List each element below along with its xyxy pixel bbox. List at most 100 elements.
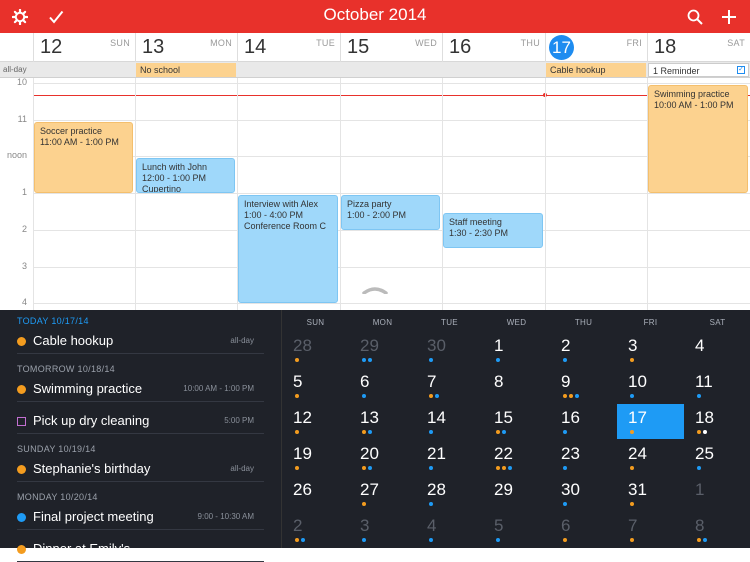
month-day-cell[interactable]: 12 bbox=[282, 404, 349, 439]
day-of-week: TUE bbox=[316, 38, 335, 48]
event-indicator-dots bbox=[429, 358, 433, 362]
month-day-number: 4 bbox=[427, 516, 437, 535]
search-icon[interactable] bbox=[684, 6, 706, 28]
month-day-cell[interactable]: 10 bbox=[617, 368, 684, 403]
month-day-number: 7 bbox=[628, 516, 638, 535]
agenda-item[interactable]: Cable hookup all-day bbox=[17, 330, 264, 354]
month-day-cell[interactable]: 30 bbox=[416, 332, 483, 367]
month-day-cell[interactable]: 28 bbox=[282, 332, 349, 367]
month-day-cell[interactable]: 8 bbox=[684, 512, 750, 547]
agenda-item[interactable]: Pick up dry cleaning 5:00 PM bbox=[17, 410, 264, 434]
event-block[interactable]: Staff meeting 1:30 - 2:30 PM bbox=[443, 213, 543, 249]
month-day-cell[interactable]: 27 bbox=[349, 476, 416, 511]
month-day-cell[interactable]: 11 bbox=[684, 368, 750, 403]
event-indicator-dots bbox=[697, 394, 701, 398]
day-header-mon[interactable]: 13 MON bbox=[135, 33, 237, 62]
reminder-badge[interactable]: 1 Reminder ✓ bbox=[648, 63, 749, 77]
month-day-cell[interactable]: 5 bbox=[282, 368, 349, 403]
day-number: 17 bbox=[549, 35, 574, 60]
month-day-number: 16 bbox=[561, 408, 580, 427]
month-day-cell[interactable]: 6 bbox=[550, 512, 617, 547]
day-header-fri[interactable]: 17 FRI bbox=[545, 33, 647, 62]
month-day-number: 14 bbox=[427, 408, 446, 427]
drag-handle-icon[interactable] bbox=[362, 286, 388, 294]
event-dot-icon bbox=[362, 358, 366, 362]
month-day-cell[interactable]: 7 bbox=[617, 512, 684, 547]
reminder-check-icon: ✓ bbox=[737, 66, 745, 74]
month-day-cell[interactable]: 24 bbox=[617, 440, 684, 475]
agenda-item[interactable]: Final project meeting 9:00 - 10:30 AM bbox=[17, 506, 264, 530]
month-day-cell[interactable]: 3 bbox=[349, 512, 416, 547]
agenda-item-time: 5:00 PM bbox=[224, 416, 254, 425]
event-block[interactable]: Interview with Alex 1:00 - 4:00 PM Confere… bbox=[238, 195, 338, 304]
week-time-grid[interactable]: 10 11 noon 1 2 3 4 Soccer practice 11:00 AM - 1:… bbox=[0, 78, 750, 310]
agenda-item[interactable]: Dinner at Emily's bbox=[17, 538, 264, 562]
event-dot-icon bbox=[502, 430, 506, 434]
event-block[interactable]: Pizza party 1:00 - 2:00 PM bbox=[341, 195, 440, 230]
month-day-number: 8 bbox=[494, 372, 504, 391]
day-header-sat[interactable]: 18 SAT bbox=[647, 33, 750, 62]
month-day-cell[interactable]: 22 bbox=[483, 440, 550, 475]
agenda-item[interactable]: Swimming practice 10:00 AM - 1:00 PM bbox=[17, 378, 264, 402]
all-day-event[interactable]: No school bbox=[136, 63, 236, 77]
hour-line bbox=[33, 303, 750, 305]
month-day-cell[interactable]: 4 bbox=[416, 512, 483, 547]
event-indicator-dots bbox=[429, 466, 433, 470]
month-day-cell[interactable]: 30 bbox=[550, 476, 617, 511]
day-column-divider bbox=[442, 78, 443, 310]
month-day-cell[interactable]: 6 bbox=[349, 368, 416, 403]
month-day-cell[interactable]: 9 bbox=[550, 368, 617, 403]
month-day-cell[interactable]: 4 bbox=[684, 332, 750, 367]
month-day-cell[interactable]: 7 bbox=[416, 368, 483, 403]
month-day-cell[interactable]: 28 bbox=[416, 476, 483, 511]
month-day-cell[interactable]: 29 bbox=[349, 332, 416, 367]
agenda-item[interactable]: Stephanie's birthday all-day bbox=[17, 458, 264, 482]
event-block[interactable]: Soccer practice 11:00 AM - 1:00 PM bbox=[34, 121, 133, 194]
month-day-cell[interactable]: 16 bbox=[550, 404, 617, 439]
month-day-cell[interactable]: 1 bbox=[483, 332, 550, 367]
event-dot-icon bbox=[563, 430, 567, 434]
month-day-cell[interactable]: 3 bbox=[617, 332, 684, 367]
month-day-cell[interactable]: 25 bbox=[684, 440, 750, 475]
agenda-day-header: MONDAY 10/20/14 bbox=[17, 492, 98, 502]
agenda-item-time: all-day bbox=[230, 464, 254, 473]
month-day-cell[interactable]: 21 bbox=[416, 440, 483, 475]
month-day-cell[interactable]: 2 bbox=[282, 512, 349, 547]
day-header-sun[interactable]: 12 SUN bbox=[33, 33, 135, 62]
month-calendar[interactable]: SUN MON TUE WED THU FRI SAT 28 29 30 1 2 3 4 5 6 7 8 9 10 11… bbox=[281, 310, 750, 548]
event-indicator-dots bbox=[429, 502, 433, 506]
event-dot-icon bbox=[630, 358, 634, 362]
month-day-cell[interactable]: 1 bbox=[684, 476, 750, 511]
agenda-item-title: Pick up dry cleaning bbox=[33, 413, 150, 428]
month-day-cell[interactable]: 8 bbox=[483, 368, 550, 403]
event-dot-icon bbox=[429, 538, 433, 542]
month-title[interactable]: October 2014 bbox=[0, 5, 750, 25]
reminder-checkbox-icon[interactable] bbox=[17, 417, 26, 426]
plus-icon[interactable] bbox=[718, 6, 740, 28]
event-indicator-dots bbox=[362, 466, 372, 470]
day-header-wed[interactable]: 15 WED bbox=[340, 33, 442, 62]
day-header-thu[interactable]: 16 THU bbox=[442, 33, 545, 62]
month-day-cell[interactable]: 20 bbox=[349, 440, 416, 475]
month-day-cell[interactable]: 23 bbox=[550, 440, 617, 475]
month-day-cell[interactable]: 5 bbox=[483, 512, 550, 547]
month-day-cell[interactable]: 15 bbox=[483, 404, 550, 439]
month-day-cell[interactable]: 26 bbox=[282, 476, 349, 511]
event-block[interactable]: Lunch with John 12:00 - 1:00 PM Cupertino bbox=[136, 158, 235, 194]
month-day-cell[interactable]: 29 bbox=[483, 476, 550, 511]
month-day-cell-selected[interactable]: 17 bbox=[617, 404, 684, 439]
month-day-cell[interactable]: 13 bbox=[349, 404, 416, 439]
month-day-cell[interactable]: 31 bbox=[617, 476, 684, 511]
hour-label: 3 bbox=[21, 260, 27, 271]
month-day-cell[interactable]: 19 bbox=[282, 440, 349, 475]
agenda-day-name: TOMORROW bbox=[17, 364, 75, 374]
event-indicator-dots bbox=[630, 466, 634, 470]
all-day-event[interactable]: Cable hookup bbox=[546, 63, 646, 77]
month-day-cell[interactable]: 18 bbox=[684, 404, 750, 439]
month-day-cell[interactable]: 14 bbox=[416, 404, 483, 439]
event-block[interactable]: Swimming practice 10:00 AM - 1:00 PM bbox=[648, 85, 748, 194]
day-header-tue[interactable]: 14 TUE bbox=[237, 33, 340, 62]
agenda-list[interactable]: TODAY 10/17/14 Cable hookup all-day TOMORRO… bbox=[0, 310, 281, 562]
hour-line bbox=[33, 266, 750, 268]
month-day-cell[interactable]: 2 bbox=[550, 332, 617, 367]
